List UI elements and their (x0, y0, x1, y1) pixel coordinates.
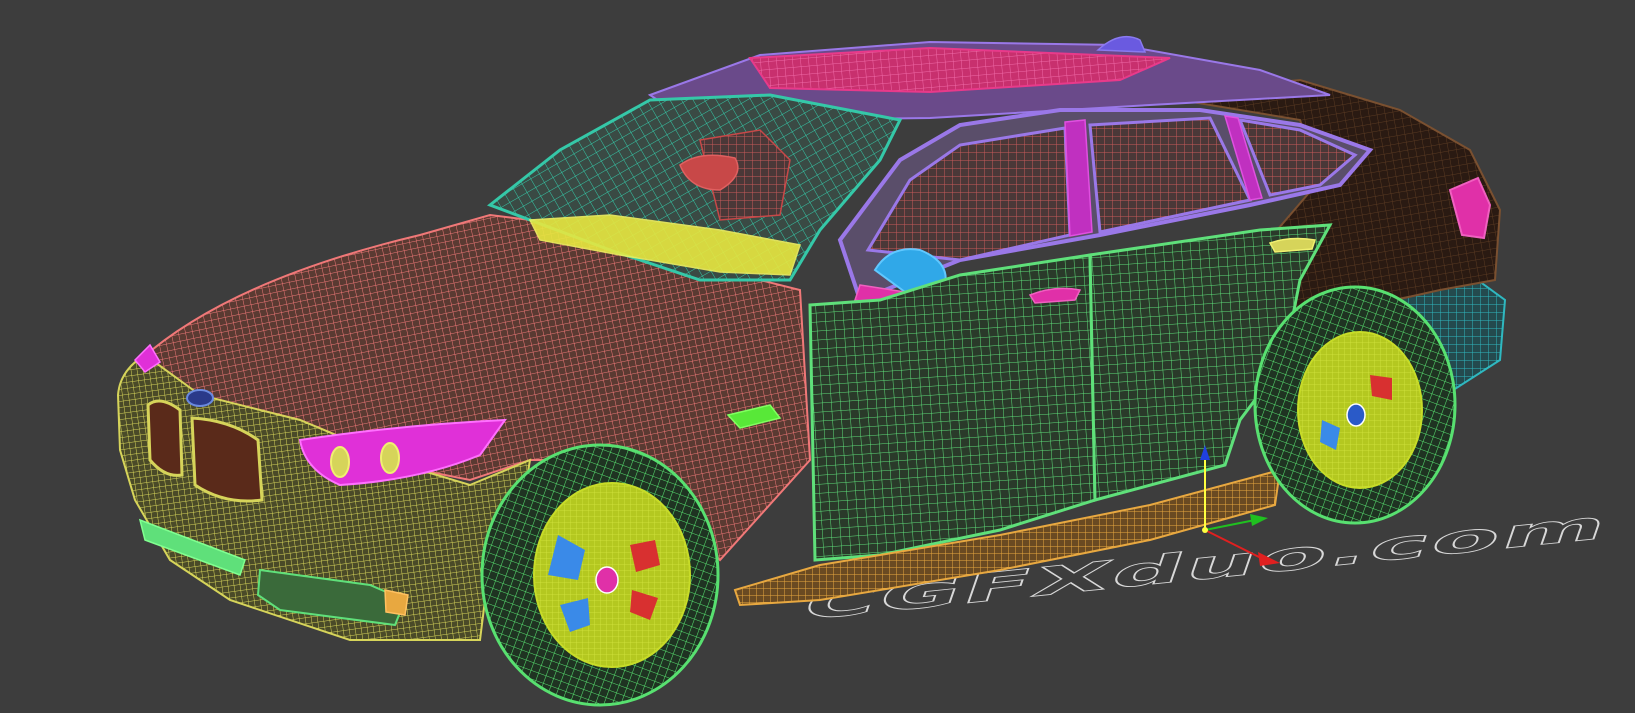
gizmo-y-arrow[interactable] (1250, 514, 1268, 526)
front-hub (595, 566, 619, 594)
headlight-ring-inner (330, 446, 350, 478)
fog-light (384, 589, 409, 616)
rear-rim-spoke-gap-red (1370, 375, 1392, 400)
roof-antenna (1096, 35, 1147, 53)
viewport-3d[interactable]: CGFXduo.com (0, 0, 1635, 713)
hood-badge (186, 389, 214, 407)
rear-wheel[interactable] (1253, 285, 1457, 525)
rear-door-handle[interactable] (1268, 237, 1316, 253)
front-wheel[interactable] (480, 443, 720, 707)
headlight-ring-outer (380, 442, 400, 474)
grille-left[interactable] (146, 399, 184, 477)
gizmo-origin[interactable] (1202, 527, 1208, 533)
rear-hub (1346, 403, 1366, 427)
wireframe-scene[interactable]: CGFXduo.com (0, 0, 1635, 713)
